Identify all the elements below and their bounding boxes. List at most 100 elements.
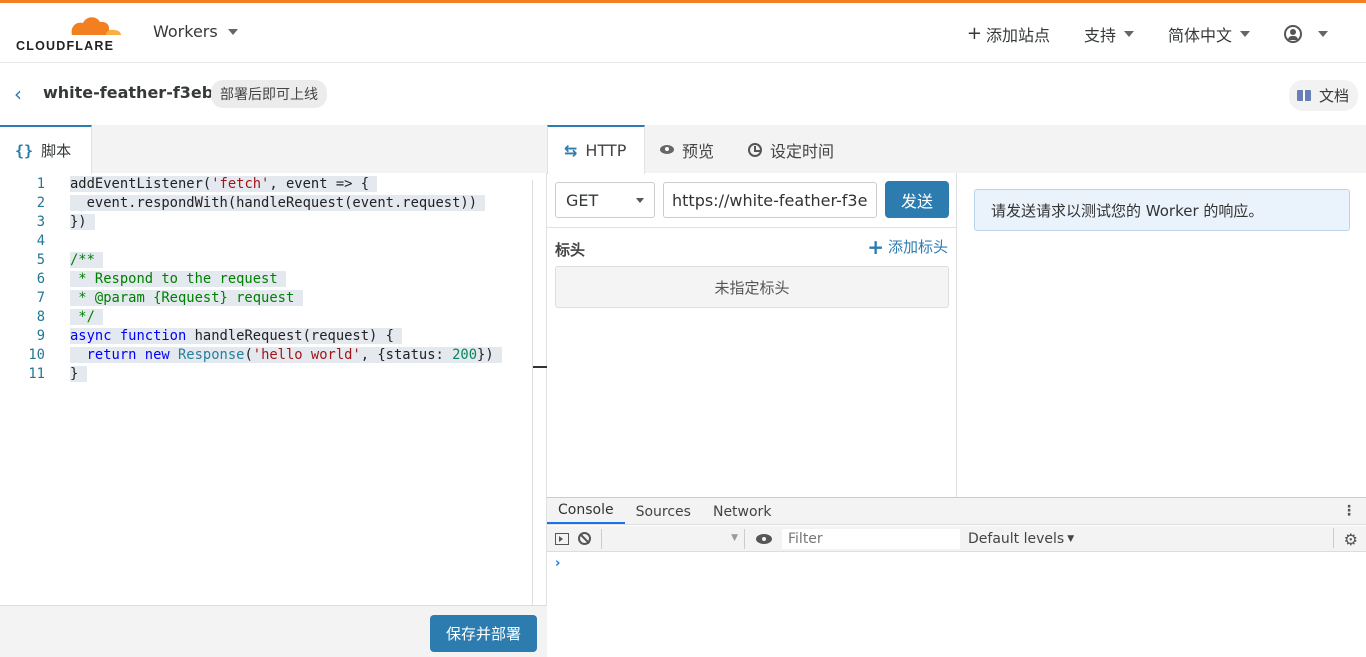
book-icon (1296, 90, 1311, 101)
script-footer: 保存并部署 (0, 605, 547, 657)
code-text: */ (70, 308, 104, 327)
response-info-message: 请发送请求以测试您的 Worker 的响应。 (974, 189, 1350, 231)
add-header-button[interactable]: + 添加标头 (867, 236, 948, 257)
line-number: 6 (36, 271, 45, 287)
cloudflare-logo[interactable]: CLOUDFLARE (16, 13, 124, 53)
script-panel: {} 脚本 1 addEventListener('fetch', event =… (0, 125, 547, 657)
user-icon (1284, 25, 1302, 43)
console-filter-input[interactable] (782, 528, 960, 549)
preview-panel: ⇆ HTTP 预览 设定时间 GET 发送 标头 + 添加标头 未指定标头 请发… (547, 125, 1366, 657)
code-token: 'fetch' (211, 176, 270, 192)
log-levels-label: Default levels (968, 530, 1065, 547)
code-token: , {status: (360, 347, 453, 363)
tab-console[interactable]: Console (547, 497, 625, 524)
more-vert-icon[interactable]: ⋮ (1342, 503, 1356, 519)
line-number: 11 (28, 366, 45, 382)
line-number: 3 (36, 214, 45, 230)
send-button[interactable]: 发送 (885, 181, 949, 218)
code-text: event.respondWith(handleRequest(event.re… (70, 194, 486, 213)
save-deploy-button[interactable]: 保存并部署 (429, 615, 537, 652)
eye-icon (660, 145, 674, 154)
docs-label: 文档 (1318, 87, 1349, 105)
log-levels-select[interactable]: Default levels ▼ (968, 531, 1074, 547)
caret-down-icon: ▼ (1067, 533, 1075, 544)
code-text: }) (70, 213, 95, 232)
sidebar-toggle-icon[interactable] (555, 532, 569, 545)
tab-preview-label: 预览 (682, 141, 715, 161)
tab-schedule-label: 设定时间 (770, 141, 835, 161)
plus-icon: + (867, 234, 884, 259)
live-expression-eye-icon[interactable] (756, 533, 772, 544)
code-token: return new (86, 347, 178, 363)
url-input[interactable] (663, 182, 877, 218)
plus-icon: + (966, 23, 982, 44)
product-menu-label: Workers (153, 22, 218, 41)
code-text: addEventListener('fetch', event => { (70, 175, 378, 194)
line-number: 1 (36, 176, 45, 192)
tab-script[interactable]: {} 脚本 (0, 125, 92, 174)
line-number: 7 (36, 290, 45, 306)
chevron-down-icon (1318, 31, 1328, 37)
code-editor[interactable]: 1 addEventListener('fetch', event => { 2 … (0, 175, 533, 605)
code-text: return new Response('hello world', {stat… (70, 346, 502, 365)
method-value: GET (566, 190, 599, 210)
tab-preview[interactable]: 预览 (660, 125, 714, 174)
no-headers-placeholder: 未指定标头 (555, 266, 949, 308)
tab-http[interactable]: ⇆ HTTP (547, 125, 645, 174)
support-label: 支持 (1083, 26, 1116, 45)
code-text: * @param {Request} request (70, 289, 303, 308)
top-navbar: CLOUDFLARE Workers + 添加站点 支持 简体中文 (0, 3, 1366, 63)
logo-text: CLOUDFLARE (16, 39, 115, 53)
code-token: , event => { (269, 176, 370, 192)
code-text: async function handleRequest(request) { (70, 327, 403, 346)
add-site-label: 添加站点 (985, 26, 1050, 45)
divider (547, 227, 957, 228)
code-text: /** (70, 251, 104, 270)
back-icon[interactable]: ‹ (14, 82, 22, 106)
clear-console-icon[interactable] (578, 532, 591, 545)
code-text: } (70, 365, 87, 384)
tab-sources[interactable]: Sources (625, 497, 702, 524)
docs-button[interactable]: 文档 (1288, 80, 1358, 111)
method-select[interactable]: GET (555, 182, 655, 218)
chevron-down-icon (636, 197, 644, 203)
worker-titlebar: ‹ white-feather-f3eb 部署后即可上线 文档 (0, 64, 1366, 125)
product-menu[interactable]: Workers (153, 22, 238, 41)
code-token: }) (70, 214, 87, 230)
line-number: 4 (36, 233, 45, 249)
code-token: * Respond to the request (70, 271, 278, 287)
preview-tabbar: ⇆ HTTP 预览 设定时间 (547, 125, 1366, 174)
clock-icon (748, 142, 762, 157)
cloud-icon (71, 17, 121, 35)
context-select[interactable]: ▼ (601, 528, 745, 549)
add-header-label: 添加标头 (887, 238, 948, 256)
worker-name: white-feather-f3eb (43, 83, 214, 102)
language-menu[interactable]: 简体中文 (1168, 22, 1250, 46)
code-token: * @param {Request} request (70, 290, 295, 306)
script-tabbar: {} 脚本 (0, 125, 547, 174)
status-badge: 部署后即可上线 (211, 80, 327, 108)
line-number: 2 (36, 195, 45, 211)
braces-icon: {} (15, 141, 34, 160)
language-label: 简体中文 (1167, 26, 1232, 45)
tab-http-label: HTTP (585, 141, 627, 160)
editor-scrollbar[interactable] (532, 180, 533, 605)
code-token: Response (178, 347, 245, 363)
code-token: ( (244, 347, 253, 363)
tab-schedule[interactable]: 设定时间 (748, 125, 834, 174)
response-area: 请发送请求以测试您的 Worker 的响应。 (958, 173, 1366, 497)
console-prompt[interactable]: › (555, 556, 560, 571)
line-number: 8 (36, 309, 45, 325)
gear-icon[interactable]: ⚙ (1344, 530, 1358, 549)
code-text: * Respond to the request (70, 270, 286, 289)
account-menu[interactable] (1284, 25, 1328, 43)
support-menu[interactable]: 支持 (1084, 22, 1134, 46)
chevron-down-icon (1240, 31, 1250, 37)
line-number: 9 (36, 328, 45, 344)
console-toolbar: ▼ Default levels ▼ ⚙ (547, 526, 1366, 552)
tab-network[interactable]: Network (702, 497, 782, 524)
code-token: */ (70, 309, 95, 325)
code-token: }) (477, 347, 494, 363)
devtools-panel: Console Sources Network ⋮ ▼ Default leve… (547, 497, 1366, 657)
add-site-button[interactable]: + 添加站点 (967, 22, 1050, 46)
